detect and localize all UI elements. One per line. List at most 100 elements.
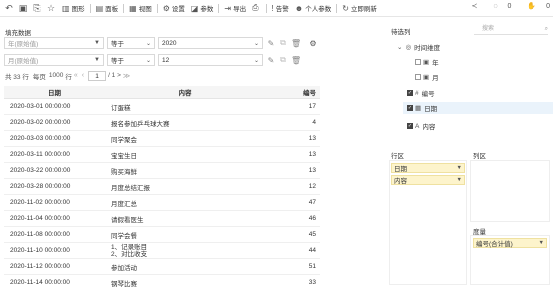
cell-date: 2020-03-02 00:00:00: [10, 119, 71, 126]
table-row[interactable]: 2020-03-02 00:00:00 报名参加乒乓球大赛 4: [4, 115, 320, 131]
cell-content: 报名参加乒乓球大赛: [111, 120, 170, 128]
table-body: 2020-03-01 00:00:00 订蛋糕 17 2020-03-02 00:00…: [4, 99, 320, 289]
table-row[interactable]: 2020-03-28 00:00:00 月度总结汇报 12: [4, 179, 320, 195]
print-icon: ⎙: [252, 3, 259, 12]
favorite-icon[interactable]: ☆: [45, 2, 57, 14]
tree-node-number[interactable]: ✓ # 编号: [407, 87, 435, 99]
caret-down-icon[interactable]: ▼: [539, 240, 544, 246]
column-header-date[interactable]: 日期: [4, 87, 105, 97]
field-panel: 待选列 搜索 ⌕ ⌄ ◎ 时间维度 ▣ 年 ▣ 月 ✓ # 编号 ✓ ▦ 日期 …: [389, 20, 553, 140]
filter-row: 年(原始值) ▼ 等于 ⌄ 2020 ⌄ ✎ ⧉ 🗑 ⚙: [4, 37, 317, 49]
column-header-content[interactable]: 内容: [105, 87, 265, 97]
edit-icon[interactable]: ✎: [267, 39, 275, 48]
page-input[interactable]: 1: [88, 70, 107, 81]
filter-operator-select[interactable]: 等于 ⌄: [107, 54, 155, 66]
table-row[interactable]: 2020-03-22 00:00:00 购买海鲜 13: [4, 163, 320, 179]
column-area[interactable]: [470, 160, 550, 222]
measure-chip-number-sum[interactable]: 编号(合计值) ▼: [473, 238, 547, 248]
export-icon: ⇥: [224, 3, 232, 13]
cell-date: 2020-03-03 00:00:00: [10, 135, 71, 142]
comment-button[interactable]: ◌ 0: [485, 3, 511, 10]
tree-node-content[interactable]: ✓ A 内容: [407, 120, 435, 132]
filter-row: 月(原始值) ▼ 等于 ⌄ 12 ⌄ ✎ ⧉ 🗑: [4, 54, 301, 66]
table-row[interactable]: 2020-11-04 00:00:00 请假看医生 46: [4, 211, 320, 227]
table-row[interactable]: 2020-03-03 00:00:00 同学聚会 13: [4, 131, 320, 147]
checkbox[interactable]: [415, 74, 421, 80]
user-icon: ☻: [294, 3, 304, 13]
prev-page-icon[interactable]: ‹: [82, 72, 84, 79]
back-icon[interactable]: ↶: [3, 2, 15, 14]
row-chip-date[interactable]: 日期 ▼: [391, 163, 465, 173]
delete-icon[interactable]: 🗑: [291, 39, 301, 48]
dashboard-button[interactable]: ▤ 面板: [93, 1, 122, 15]
table-row[interactable]: 2020-11-08 00:00:00 同学会餐 45: [4, 227, 320, 243]
field-panel-title: 待选列: [391, 29, 411, 36]
first-page-icon[interactable]: «: [74, 72, 78, 79]
row-chip-content[interactable]: 内容 ▼: [391, 175, 465, 185]
cell-content: 月度总结汇报: [111, 184, 150, 192]
share-icon[interactable]: ≺: [472, 2, 478, 10]
print-button[interactable]: ⎙: [249, 1, 263, 15]
tree-node-date[interactable]: ✓ ▦ 日期: [403, 102, 553, 114]
chevron-down-icon: ⌄: [253, 40, 259, 47]
cell-date: 2020-03-28 00:00:00: [10, 183, 71, 190]
table-row[interactable]: 2020-11-12 00:00:00 参加活动 51: [4, 259, 320, 275]
chart-button[interactable]: ▥ 图形: [59, 1, 88, 15]
chevron-down-icon: ⌄: [145, 40, 151, 47]
chart-icon: ▥: [62, 3, 70, 13]
settings-button[interactable]: ⚙ 设置: [160, 1, 188, 15]
page-size[interactable]: 1000: [49, 72, 63, 79]
checkbox-checked[interactable]: ✓: [407, 123, 413, 129]
table-row[interactable]: 2020-11-14 00:00:00 钢琴比赛 33: [4, 275, 320, 289]
export-button[interactable]: ⇥ 导出: [221, 1, 249, 15]
cell-date: 2020-11-02 00:00:00: [10, 199, 70, 206]
checkbox[interactable]: [415, 59, 421, 65]
filter-section-title: 填充数据: [5, 30, 31, 37]
params-button[interactable]: ◪ 参数: [188, 1, 217, 15]
cell-content: 订蛋糕: [111, 104, 131, 112]
user-params-button[interactable]: ☻ 个人参数: [292, 1, 334, 15]
tree-node-month[interactable]: ▣ 月: [415, 71, 439, 83]
tree-node-year[interactable]: ▣ 年: [415, 56, 439, 68]
gear-icon: ⚙: [162, 3, 170, 13]
delete-icon[interactable]: 🗑: [291, 56, 301, 65]
filter-value-select[interactable]: 2020 ⌄: [158, 37, 263, 49]
caret-down-icon[interactable]: ▼: [457, 165, 462, 171]
toolbar-right: ≺ ◌ 0 ✋ 0: [464, 2, 550, 11]
cell-number: 12: [308, 183, 316, 190]
cell-date: 2020-03-11 00:00:00: [10, 151, 70, 158]
filter-operator-select[interactable]: 等于 ⌄: [107, 37, 155, 49]
cell-content: 钢琴比赛: [111, 280, 137, 288]
save-as-icon[interactable]: ⎘: [31, 2, 43, 14]
view-button[interactable]: ▦ 视图: [126, 1, 155, 15]
checkbox-checked[interactable]: ✓: [407, 90, 413, 96]
column-header-number[interactable]: 编号: [265, 87, 320, 97]
cell-number: 4: [312, 119, 316, 126]
table-row[interactable]: 2020-03-11 00:00:00 宝宝生日 13: [4, 147, 320, 163]
comment-icon: ◌: [493, 2, 498, 10]
copy-icon[interactable]: ⧉: [279, 38, 287, 48]
save-icon[interactable]: ▣: [17, 2, 29, 14]
table-row[interactable]: 2020-11-10 00:00:00 1、记录账目 2、对比收支 44: [4, 243, 320, 259]
number-field-icon: #: [415, 89, 419, 97]
caret-down-icon[interactable]: ▼: [457, 177, 462, 183]
alert-button[interactable]: ! 告警: [269, 1, 292, 15]
filter-field-select[interactable]: 年(原始值) ▼: [4, 37, 104, 49]
filter-value-select[interactable]: 12 ⌄: [158, 54, 263, 66]
cell-number: 13: [308, 167, 316, 174]
gear-icon[interactable]: ⚙: [309, 39, 317, 48]
filter-field-select[interactable]: 月(原始值) ▼: [4, 54, 104, 66]
divider: [89, 3, 91, 13]
refresh-button[interactable]: ↻ 立即刷新: [339, 1, 380, 15]
edit-icon[interactable]: ✎: [267, 56, 275, 65]
row-area-label: 行区: [391, 153, 404, 160]
table-row[interactable]: 2020-11-02 00:00:00 月度汇总 47: [4, 195, 320, 211]
cell-date: 2020-03-22 00:00:00: [10, 167, 71, 174]
tree-node-time-dimension[interactable]: ⌄ ◎ 时间维度: [397, 41, 440, 53]
field-search-input[interactable]: 搜索 ⌕: [474, 24, 548, 35]
like-button[interactable]: ✋ 0: [519, 2, 550, 10]
checkbox-checked[interactable]: ✓: [407, 105, 413, 111]
last-page-icon[interactable]: ≫: [123, 72, 130, 80]
table-row[interactable]: 2020-03-01 00:00:00 订蛋糕 17: [4, 99, 320, 115]
copy-icon[interactable]: ⧉: [279, 55, 287, 65]
